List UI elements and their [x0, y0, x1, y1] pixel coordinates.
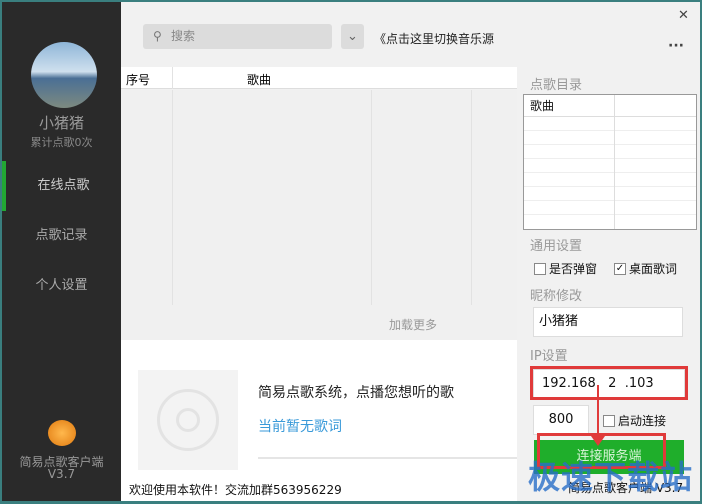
search-placeholder: 搜索	[171, 29, 196, 43]
app-name: 简易点歌客户端 V3.7	[2, 456, 121, 480]
checkbox-checked-icon: ✓	[614, 262, 626, 275]
bird-logo-icon	[48, 420, 76, 446]
catalog-label: 点歌目录	[530, 78, 583, 93]
port-input[interactable]: 800	[533, 405, 589, 435]
welcome-text: 欢迎使用本软件！交流加群563956229	[129, 483, 342, 497]
column-divider	[172, 90, 173, 305]
sidebar-item-settings[interactable]: 个人设置	[2, 261, 121, 311]
arrow-line	[597, 385, 599, 441]
load-more-link[interactable]: 加载更多	[389, 316, 437, 333]
source-hint[interactable]: 《点击这里切换音乐源	[374, 30, 494, 47]
player-panel: 简易点歌系统，点播您想听的歌 当前暂无歌词 欢迎使用本软件！交流加群563956…	[121, 340, 517, 501]
general-settings-label: 通用设置	[530, 239, 583, 254]
arrow-down-icon	[591, 436, 605, 446]
auto-connect-label: 启动连接	[618, 414, 667, 428]
sidebar-item-online[interactable]: 在线点歌	[2, 161, 121, 211]
auto-connect-checkbox[interactable]: 启动连接	[603, 412, 666, 429]
catalog-column: 歌曲	[524, 95, 696, 117]
chevron-down-icon: ⌄	[347, 29, 358, 44]
ip-settings-label: IP设置	[530, 349, 568, 364]
search-input[interactable]: ⚲ 搜索	[143, 24, 332, 49]
divider	[258, 457, 517, 459]
column-divider	[371, 90, 372, 305]
watermark: 极速下载站	[528, 458, 694, 496]
more-button[interactable]: ···	[668, 38, 684, 54]
close-button[interactable]: ✕	[678, 8, 689, 23]
lyrics-label: 桌面歌词	[629, 262, 678, 276]
col-song[interactable]: 歌曲	[247, 71, 271, 88]
checkbox-icon	[603, 414, 615, 427]
popup-label: 是否弹窗	[549, 262, 598, 276]
username: 小猪猪	[38, 114, 84, 132]
song-list[interactable]: 加载更多	[121, 90, 517, 340]
search-icon: ⚲	[153, 29, 162, 43]
nickname-label: 昵称修改	[530, 289, 583, 304]
song-table-header: 序号 歌曲	[121, 67, 517, 89]
col-index[interactable]: 序号	[126, 71, 150, 88]
app-window: 小猪猪 累计点歌0次 在线点歌 点歌记录 个人设置 简易点歌客户端 V3.7 ⚲ 搜…	[2, 2, 700, 501]
nickname-input[interactable]: 小猪猪	[533, 307, 683, 337]
popup-checkbox[interactable]: 是否弹窗	[534, 260, 597, 277]
slogan: 简易点歌系统，点播您想听的歌	[258, 385, 454, 401]
play-count: 累计点歌0次	[30, 136, 93, 149]
avatar[interactable]	[31, 42, 97, 108]
app-version: V3.7	[47, 467, 76, 481]
highlight-box-ip	[530, 366, 688, 400]
sidebar-item-history[interactable]: 点歌记录	[2, 211, 121, 261]
disc-icon	[138, 370, 238, 470]
divider	[172, 67, 173, 89]
column-divider	[471, 90, 472, 305]
lyric-text: 当前暂无歌词	[258, 419, 342, 435]
checkbox-icon	[534, 262, 546, 275]
catalog-table[interactable]: 歌曲	[523, 94, 697, 230]
sidebar: 小猪猪 累计点歌0次 在线点歌 点歌记录 个人设置 简易点歌客户端 V3.7	[2, 2, 121, 501]
source-dropdown-button[interactable]: ⌄	[341, 24, 364, 49]
desktop-lyrics-checkbox[interactable]: ✓ 桌面歌词	[614, 260, 677, 277]
